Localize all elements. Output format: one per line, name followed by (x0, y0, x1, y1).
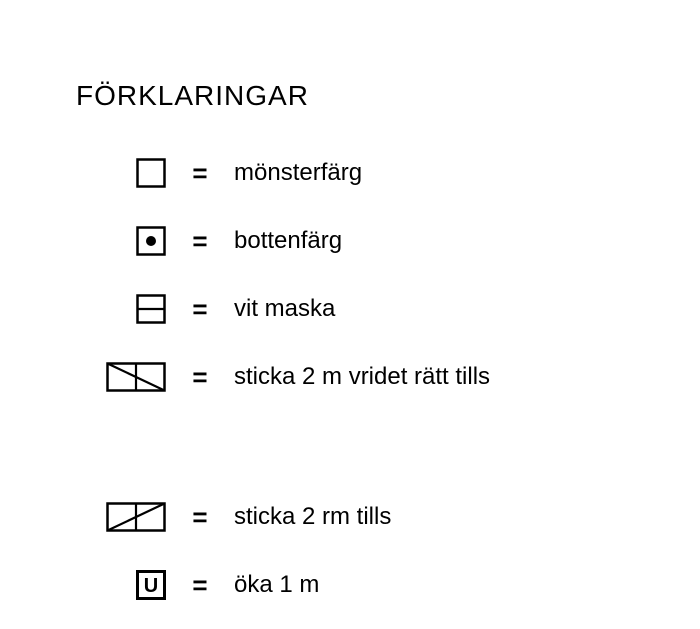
page-title: FÖRKLARINGAR (76, 80, 700, 112)
legend-label: mönsterfärg (234, 161, 700, 185)
legend-symbol (76, 294, 166, 324)
legend-table: = mönsterfärg = bottenfärg = vit maska =… (76, 158, 700, 600)
legend-label: bottenfärg (234, 229, 700, 253)
equals-sign: = (182, 364, 218, 390)
legend-label: sticka 2 rm tills (234, 505, 700, 529)
legend-label: öka 1 m (234, 573, 700, 597)
equals-sign: = (182, 228, 218, 254)
dot-square-icon (136, 226, 166, 256)
legend-symbol (76, 226, 166, 256)
midline-square-icon (136, 294, 166, 324)
empty-square-icon (136, 158, 166, 188)
legend-symbol (76, 158, 166, 188)
slash-double-icon (106, 502, 166, 532)
equals-sign: = (182, 572, 218, 598)
equals-sign: = (182, 160, 218, 186)
legend-symbol (76, 362, 166, 392)
equals-sign: = (182, 504, 218, 530)
u-square-icon: U (136, 570, 166, 600)
backslash-double-icon (106, 362, 166, 392)
legend-symbol: U (76, 570, 166, 600)
svg-text:U: U (144, 575, 158, 597)
legend-symbol (76, 502, 166, 532)
legend-label: vit maska (234, 297, 700, 321)
legend-label: sticka 2 m vridet rätt tills (234, 365, 700, 389)
equals-sign: = (182, 296, 218, 322)
